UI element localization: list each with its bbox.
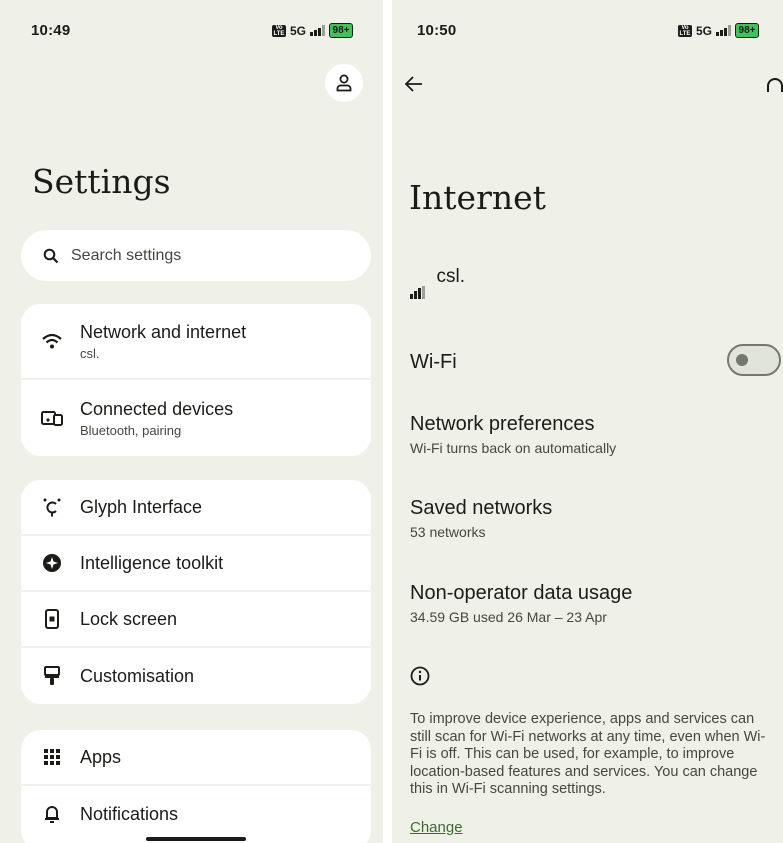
back-button[interactable] (404, 76, 423, 97)
gesture-handle[interactable] (146, 837, 246, 841)
wifi-icon (41, 330, 63, 352)
carrier-row[interactable]: csl. (410, 266, 465, 299)
carrier-name: csl. (436, 266, 466, 287)
back-arrow-icon (404, 76, 422, 92)
apps-icon (41, 746, 63, 768)
settings-item-lock-screen[interactable]: Lock screen (21, 592, 371, 648)
row-title: Saved networks (410, 497, 553, 519)
signal-icon (716, 25, 731, 36)
settings-item-network[interactable]: Network and internet csl. (21, 304, 371, 380)
settings-item-label: Network and internet (80, 321, 247, 342)
wifi-row[interactable]: Wi-Fi (410, 351, 457, 374)
wifi-scanning-info: To improve device experience, apps and s… (410, 711, 766, 797)
row-subtitle: 53 networks (410, 524, 486, 540)
volte-icon: Vo LTE (272, 24, 286, 37)
account-icon (336, 74, 352, 92)
settings-item-label: Connected devices (80, 398, 234, 419)
settings-item-label: Notifications (80, 803, 179, 824)
search-icon (43, 248, 59, 263)
status-bar: 10:50 Vo LTE 5G 98+ (392, 22, 783, 44)
settings-group-connectivity: Network and internet csl. Connected devi… (21, 304, 371, 456)
help-icon (767, 78, 783, 92)
search-placeholder: Search settings (71, 246, 182, 264)
devices-icon (41, 407, 63, 429)
toggle-knob (736, 354, 748, 366)
signal-icon (310, 25, 325, 36)
settings-group-apps: Apps Notifications (21, 730, 371, 843)
settings-item-apps[interactable]: Apps (21, 730, 371, 786)
info-icon (410, 666, 430, 691)
search-bar[interactable]: Search settings (21, 230, 371, 281)
bell-icon (41, 803, 63, 825)
row-subtitle: 34.59 GB used 26 Mar – 23 Apr (410, 609, 607, 625)
settings-item-label: Intelligence toolkit (80, 552, 224, 573)
page-title: Settings (32, 162, 171, 201)
wifi-toggle[interactable] (727, 344, 781, 376)
volte-icon: Vo LTE (678, 24, 692, 37)
status-time: 10:49 (31, 22, 71, 39)
brush-icon (41, 665, 63, 687)
settings-item-sub: Bluetooth, pairing (80, 422, 182, 438)
network-type: 5G (696, 23, 713, 38)
settings-item-sub: csl. (80, 345, 100, 361)
battery-icon: 98+ (734, 23, 760, 38)
settings-item-intelligence[interactable]: Intelligence toolkit (21, 536, 371, 592)
row-title: Non-operator data usage (410, 582, 633, 604)
settings-item-connected-devices[interactable]: Connected devices Bluetooth, pairing (21, 380, 371, 456)
settings-item-label: Lock screen (80, 608, 178, 629)
settings-item-notifications[interactable]: Notifications (21, 786, 371, 842)
settings-item-label: Apps (80, 746, 122, 767)
data-usage-row[interactable]: Non-operator data usage 34.59 GB used 26… (410, 582, 632, 625)
wifi-label: Wi-Fi (410, 351, 457, 373)
change-link[interactable]: Change (410, 819, 463, 836)
settings-item-label: Customisation (80, 665, 195, 686)
settings-item-customisation[interactable]: Customisation (21, 648, 371, 704)
network-preferences-row[interactable]: Network preferences Wi-Fi turns back on … (410, 413, 616, 456)
status-indicators: Vo LTE 5G 98+ (272, 23, 354, 38)
internet-screen: 10:50 Vo LTE 5G 98+ Internet csl. Wi-Fi N… (392, 0, 783, 843)
row-title: Network preferences (410, 413, 595, 435)
status-bar: 10:49 Vo LTE 5G 98+ (0, 22, 383, 44)
page-title: Internet (409, 178, 546, 217)
settings-screen: 10:49 Vo LTE 5G 98+ Settings Search setti… (0, 0, 383, 843)
settings-item-glyph[interactable]: Glyph Interface (21, 480, 371, 536)
network-type: 5G (290, 23, 307, 38)
glyph-icon (41, 496, 63, 518)
battery-icon: 98+ (328, 23, 354, 38)
status-indicators: Vo LTE 5G 98+ (678, 23, 760, 38)
account-button[interactable] (325, 64, 363, 102)
status-time: 10:50 (417, 22, 457, 39)
settings-item-label: Glyph Interface (80, 496, 203, 517)
sparkle-icon (41, 552, 63, 574)
help-button[interactable] (765, 76, 783, 101)
row-subtitle: Wi-Fi turns back on automatically (410, 440, 617, 456)
settings-group-personal: Glyph Interface Intelligence toolkit Loc… (21, 480, 371, 704)
lock-icon (41, 608, 63, 630)
saved-networks-row[interactable]: Saved networks 53 networks (410, 497, 552, 540)
carrier-signal-icon (410, 286, 425, 299)
